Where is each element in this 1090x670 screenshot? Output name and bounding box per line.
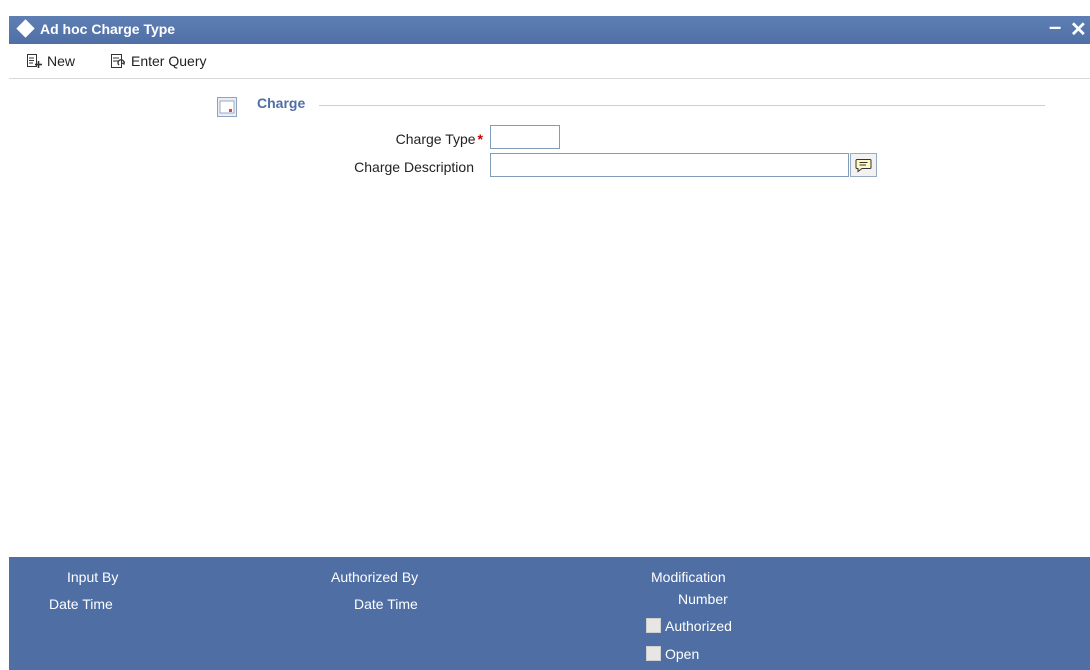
authorized-date-time-label: Date Time bbox=[354, 596, 418, 612]
section-title-charge: Charge bbox=[257, 95, 306, 111]
main-content: Charge Charge Type * Charge Description bbox=[9, 79, 1090, 557]
charge-type-label: Charge Type * bbox=[339, 131, 483, 147]
required-mark: * bbox=[477, 131, 483, 147]
open-checkbox[interactable] bbox=[646, 646, 661, 661]
charge-description-input[interactable] bbox=[490, 153, 849, 177]
ad-hoc-charge-type-window: Ad hoc Charge Type – ✕ New Enter Query C… bbox=[0, 0, 1090, 670]
charge-description-lov-button[interactable] bbox=[850, 153, 877, 177]
input-by-label: Input By bbox=[67, 569, 119, 585]
number-label: Number bbox=[678, 591, 728, 607]
new-button[interactable]: New bbox=[26, 51, 75, 71]
enter-query-label: Enter Query bbox=[131, 53, 207, 69]
window-title: Ad hoc Charge Type bbox=[40, 21, 176, 37]
speech-bubble-icon bbox=[855, 158, 872, 172]
charge-type-input[interactable] bbox=[490, 125, 560, 149]
enter-query-icon bbox=[111, 54, 126, 68]
charge-type-label-text: Charge Type bbox=[395, 131, 476, 147]
modification-label: Modification bbox=[651, 569, 726, 585]
title-bar[interactable]: Ad hoc Charge Type – ✕ bbox=[9, 14, 1090, 44]
section-divider bbox=[319, 105, 1045, 106]
open-label: Open bbox=[665, 646, 700, 662]
toolbar: New Enter Query bbox=[9, 44, 1090, 79]
new-document-icon bbox=[27, 54, 42, 68]
minimize-button[interactable]: – bbox=[1049, 14, 1061, 40]
close-button[interactable]: ✕ bbox=[1070, 17, 1087, 42]
authorized-checkbox[interactable] bbox=[646, 618, 661, 633]
input-date-time-label: Date Time bbox=[49, 596, 113, 612]
authorized-label: Authorized bbox=[665, 618, 732, 634]
new-label: New bbox=[47, 53, 76, 69]
enter-query-button[interactable]: Enter Query bbox=[110, 51, 206, 71]
audit-footer: Input By Date Time Authorized By Date Ti… bbox=[9, 557, 1090, 670]
diamond-icon bbox=[16, 19, 35, 38]
authorized-by-label: Authorized By bbox=[331, 569, 419, 585]
section-collapse-icon[interactable] bbox=[217, 97, 237, 117]
charge-description-label: Charge Description bbox=[354, 159, 474, 175]
